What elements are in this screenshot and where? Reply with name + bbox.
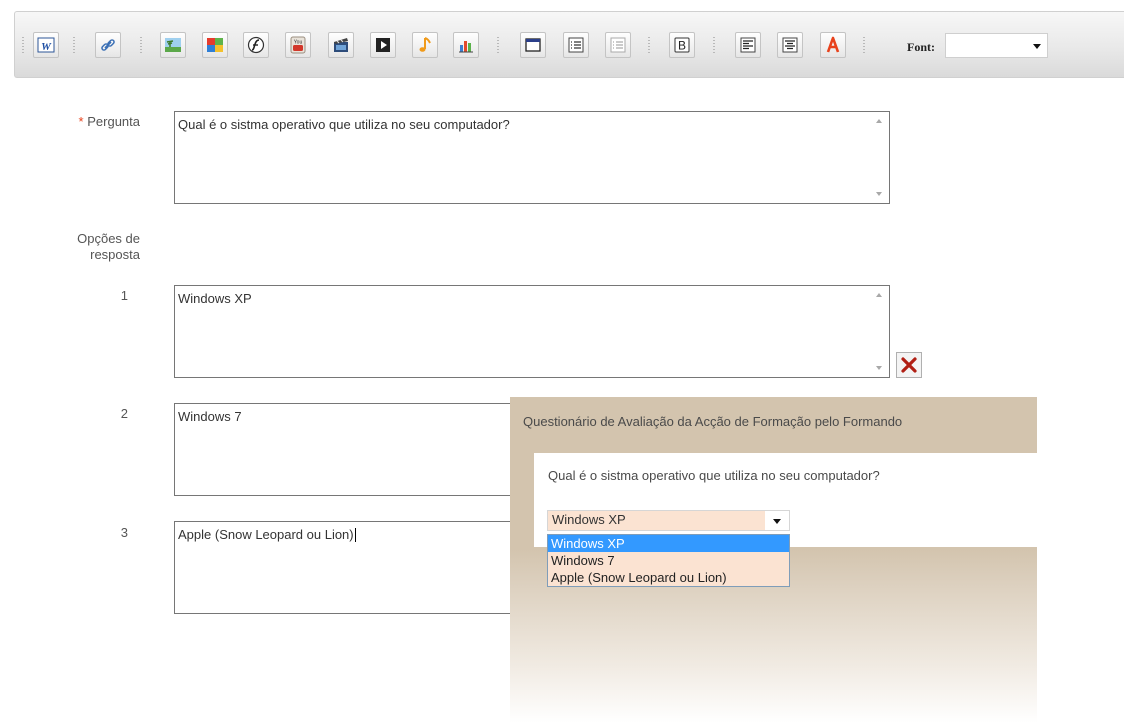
close-icon	[901, 357, 917, 373]
video-icon	[334, 38, 348, 52]
gallery-button[interactable]	[202, 32, 228, 58]
toolbar-separator	[73, 37, 75, 54]
link-icon	[101, 39, 115, 51]
answer-select[interactable]: Windows XP	[547, 510, 790, 531]
option-number: 2	[120, 406, 128, 421]
options-label-line1: Opções de	[77, 231, 140, 246]
image-button[interactable]	[160, 32, 186, 58]
editor-toolbar: W You B Font:	[14, 11, 1124, 78]
window-button[interactable]	[520, 32, 546, 58]
audio-button[interactable]	[412, 32, 438, 58]
scrollbar[interactable]	[873, 114, 887, 201]
list-button[interactable]	[563, 32, 589, 58]
audio-icon	[419, 37, 431, 52]
flash-icon	[247, 36, 265, 54]
bold-icon: B	[674, 37, 690, 53]
option-number: 1	[120, 288, 128, 303]
question-textarea[interactable]: Qual é o sistma operativo que utiliza no…	[174, 111, 890, 204]
list-alt-button[interactable]	[605, 32, 631, 58]
required-marker: *	[78, 114, 84, 129]
toolbar-separator	[648, 37, 650, 54]
scroll-up-icon[interactable]	[876, 119, 882, 123]
align-left-icon	[740, 37, 756, 53]
font-color-icon	[826, 36, 840, 53]
font-select[interactable]	[945, 33, 1048, 58]
options-label-line2: resposta	[90, 247, 140, 262]
flash-button[interactable]	[243, 32, 269, 58]
survey-preview-panel: Questionário de Avaliação da Acção de Fo…	[510, 397, 1037, 723]
scrollbar[interactable]	[873, 288, 887, 375]
text-cursor	[354, 528, 356, 542]
scroll-down-icon[interactable]	[876, 192, 882, 196]
scroll-down-icon[interactable]	[876, 366, 882, 370]
list-icon	[568, 37, 584, 53]
preview-title: Questionário de Avaliação da Acção de Fo…	[523, 414, 903, 429]
window-icon	[525, 38, 541, 52]
option-text: Windows XP	[178, 291, 252, 306]
gallery-icon	[207, 38, 223, 52]
option-number: 3	[120, 525, 128, 540]
option-text: Apple (Snow Leopard ou Lion)	[178, 527, 354, 542]
dropdown-option[interactable]: Apple (Snow Leopard ou Lion)	[548, 569, 789, 586]
answer-dropdown-list: Windows XP Windows 7 Apple (Snow Leopard…	[547, 534, 790, 587]
font-color-button[interactable]	[820, 32, 846, 58]
preview-question-card: Qual é o sistma operativo que utiliza no…	[534, 453, 1037, 547]
toolbar-separator	[22, 37, 24, 54]
dropdown-option[interactable]: Windows 7	[548, 552, 789, 569]
toolbar-separator	[863, 37, 865, 54]
answer-select-value: Windows XP	[552, 512, 626, 527]
option-text: Windows 7	[178, 409, 242, 424]
chart-button[interactable]	[453, 32, 479, 58]
dropdown-button[interactable]	[765, 511, 789, 530]
word-button[interactable]: W	[33, 32, 59, 58]
toolbar-separator	[140, 37, 142, 54]
word-icon: W	[37, 37, 55, 53]
chart-icon	[459, 41, 473, 53]
image-icon	[165, 38, 181, 52]
link-button[interactable]	[95, 32, 121, 58]
scroll-up-icon[interactable]	[876, 293, 882, 297]
align-left-button[interactable]	[735, 32, 761, 58]
svg-text:You: You	[294, 40, 303, 46]
question-label: * Pergunta	[40, 114, 140, 129]
svg-text:B: B	[678, 39, 686, 53]
question-label-text: Pergunta	[87, 114, 140, 129]
delete-option-button[interactable]	[896, 352, 922, 378]
bold-button[interactable]: B	[669, 32, 695, 58]
align-center-button[interactable]	[777, 32, 803, 58]
question-text: Qual é o sistma operativo que utiliza no…	[178, 117, 510, 132]
options-label: Opções de resposta	[30, 231, 140, 263]
youtube-button[interactable]: You	[285, 32, 311, 58]
youtube-icon: You	[290, 36, 306, 54]
font-label: Font:	[907, 40, 935, 54]
toolbar-separator	[497, 37, 499, 54]
play-icon	[376, 38, 390, 52]
chevron-down-icon	[1033, 44, 1041, 49]
chevron-down-icon	[773, 519, 781, 524]
align-center-icon	[782, 37, 798, 53]
dropdown-option[interactable]: Windows XP	[548, 535, 789, 552]
list-alt-icon	[610, 37, 626, 53]
svg-text:W: W	[41, 41, 52, 53]
toolbar-separator	[713, 37, 715, 54]
play-button[interactable]	[370, 32, 396, 58]
option-textarea-1[interactable]: Windows XP	[174, 285, 890, 378]
video-button[interactable]	[328, 32, 354, 58]
preview-question: Qual é o sistma operativo que utiliza no…	[548, 468, 880, 483]
